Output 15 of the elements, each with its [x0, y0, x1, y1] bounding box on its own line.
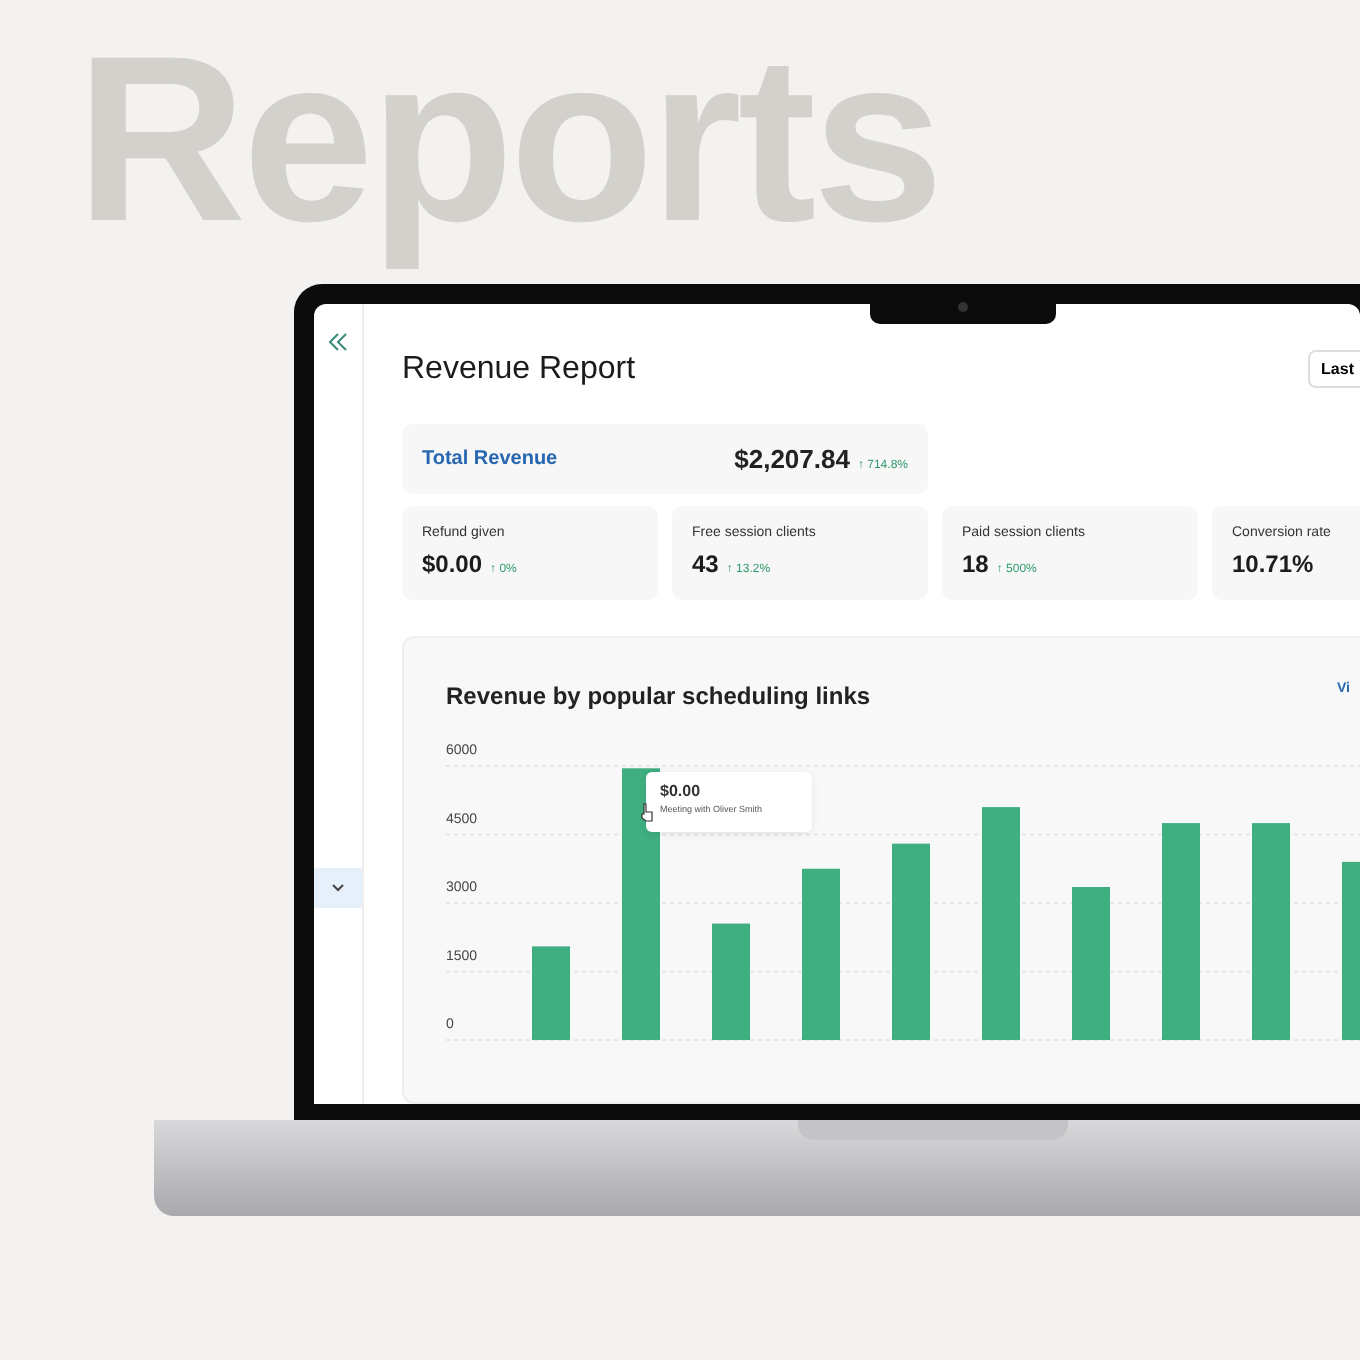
- stat-value: $0.00: [422, 549, 483, 578]
- stat-value: 18: [962, 549, 989, 578]
- chevron-down-icon: [332, 884, 344, 892]
- chart-title: Revenue by popular scheduling links: [446, 681, 871, 710]
- revenue-bar[interactable]: [622, 767, 660, 1040]
- revenue-bar[interactable]: [532, 945, 570, 1040]
- stat-value: 43: [692, 549, 719, 578]
- date-range-button[interactable]: Last: [1307, 350, 1360, 389]
- total-revenue-label: Total Revenue: [422, 447, 558, 470]
- page-title: Revenue Report: [402, 351, 636, 388]
- collapse-icon[interactable]: [328, 332, 348, 352]
- total-revenue-value: $2,207.84: [734, 443, 850, 474]
- tooltip-value: $0.00: [660, 781, 703, 800]
- stat-value: 10.71%: [1232, 549, 1314, 578]
- sidebar-item[interactable]: [314, 868, 362, 908]
